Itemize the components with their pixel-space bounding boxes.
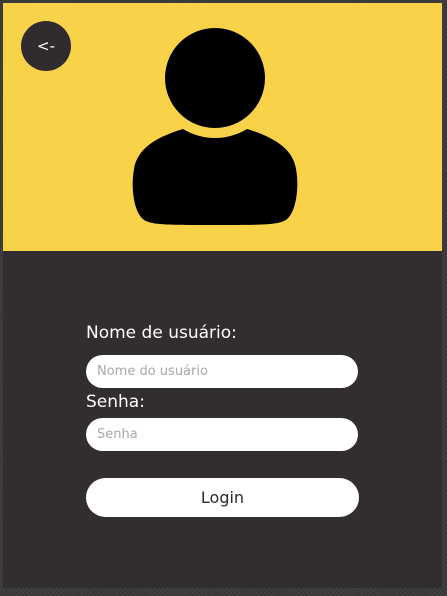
back-button[interactable]: <- (21, 21, 71, 71)
user-silhouette-icon (132, 23, 298, 225)
login-window: <- Nome de usuário: Senha: Login (3, 3, 442, 588)
login-button[interactable]: Login (86, 478, 359, 517)
password-label: Senha: (86, 392, 145, 412)
username-input[interactable] (86, 355, 358, 388)
username-label: Nome de usuário: (86, 323, 237, 343)
header-banner: <- (3, 3, 442, 251)
password-input[interactable] (86, 418, 358, 451)
